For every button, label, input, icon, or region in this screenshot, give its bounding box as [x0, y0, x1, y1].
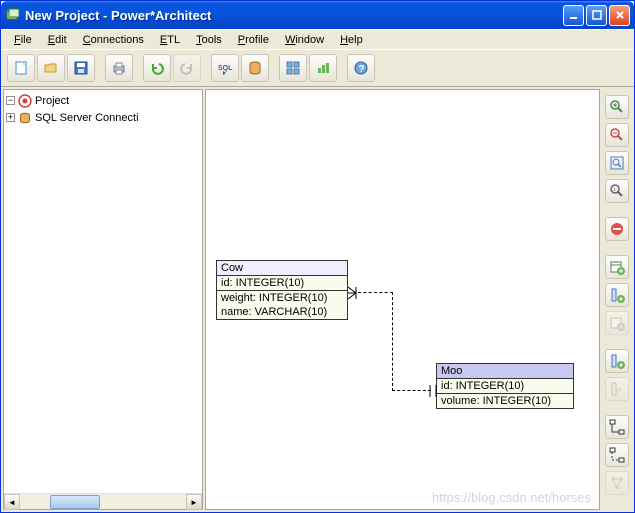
chart-button[interactable]	[309, 54, 337, 82]
redo-button	[173, 54, 201, 82]
app-icon	[5, 7, 21, 23]
zoom-fit-button[interactable]	[605, 151, 629, 175]
menu-profile[interactable]: Profile	[231, 32, 276, 48]
crowfoot-icon	[347, 286, 361, 300]
tree-panel: − Project + SQL Server Connecti ◄ ►	[3, 89, 203, 510]
svg-text:?: ?	[359, 64, 365, 75]
insert-column-button[interactable]	[605, 349, 629, 373]
tree-project-node[interactable]: − Project	[6, 92, 200, 109]
table-column: volume: INTEGER(10)	[437, 394, 573, 408]
sql-button[interactable]: SQL	[211, 54, 239, 82]
tree-label: Project	[35, 95, 69, 107]
tree-sql-connection-node[interactable]: + SQL Server Connecti	[6, 109, 200, 126]
new-table-button[interactable]	[605, 255, 629, 279]
print-button[interactable]	[105, 54, 133, 82]
table-moo[interactable]: Moo id: INTEGER(10) volume: INTEGER(10)	[436, 363, 574, 409]
one-end-icon	[426, 384, 438, 398]
new-index-button[interactable]	[605, 311, 629, 335]
target-icon	[17, 93, 33, 109]
menu-window[interactable]: Window	[278, 32, 331, 48]
main-window: New Project - Power*Architect File Edit …	[0, 0, 635, 513]
zoom-out-button[interactable]	[605, 123, 629, 147]
database-icon	[17, 110, 33, 126]
title-bar[interactable]: New Project - Power*Architect	[1, 1, 634, 29]
tree-label: SQL Server Connecti	[35, 112, 139, 124]
expand-toggle-icon[interactable]: +	[6, 113, 15, 122]
new-nonidentifying-relationship-button[interactable]	[605, 443, 629, 467]
svg-text:1: 1	[613, 187, 616, 193]
new-column-button[interactable]	[605, 283, 629, 307]
close-button[interactable]	[609, 5, 630, 26]
menu-bar: File Edit Connections ETL Tools Profile …	[1, 29, 634, 49]
maximize-button[interactable]	[586, 5, 607, 26]
horizontal-scrollbar[interactable]: ◄ ►	[4, 493, 202, 509]
scroll-right-icon[interactable]: ►	[186, 494, 202, 510]
expand-toggle-icon[interactable]: −	[6, 96, 15, 105]
tree-body: − Project + SQL Server Connecti	[4, 90, 202, 493]
table-column: id: INTEGER(10)	[217, 276, 347, 290]
new-identifying-relationship-button[interactable]	[605, 415, 629, 439]
scroll-left-icon[interactable]: ◄	[4, 494, 20, 510]
open-button[interactable]	[37, 54, 65, 82]
edit-column-button[interactable]	[605, 377, 629, 401]
profile-button[interactable]	[279, 54, 307, 82]
menu-help[interactable]: Help	[333, 32, 370, 48]
table-column: name: VARCHAR(10)	[217, 305, 347, 319]
svg-text:SQL: SQL	[218, 65, 233, 72]
table-column: weight: INTEGER(10)	[217, 291, 347, 305]
new-button[interactable]	[7, 54, 35, 82]
menu-etl[interactable]: ETL	[153, 32, 187, 48]
zoom-in-button[interactable]	[605, 95, 629, 119]
minimize-button[interactable]	[563, 5, 584, 26]
help-button[interactable]: ?	[347, 54, 375, 82]
window-title: New Project - Power*Architect	[25, 8, 563, 23]
undo-button[interactable]	[143, 54, 171, 82]
menu-tools[interactable]: Tools	[189, 32, 229, 48]
watermark: https://blog.csdn.net/horses	[432, 490, 591, 505]
table-title: Moo	[437, 364, 573, 379]
table-column: id: INTEGER(10)	[437, 379, 573, 393]
zoom-reset-button[interactable]: 1	[605, 179, 629, 203]
main-toolbar: SQL ?	[1, 49, 634, 87]
db-button[interactable]	[241, 54, 269, 82]
menu-edit[interactable]: Edit	[41, 32, 74, 48]
window-controls	[563, 5, 630, 26]
diagram-canvas[interactable]: Cow id: INTEGER(10) weight: INTEGER(10) …	[205, 89, 600, 510]
menu-file[interactable]: File	[7, 32, 39, 48]
table-cow[interactable]: Cow id: INTEGER(10) weight: INTEGER(10) …	[216, 260, 348, 320]
relationship-line[interactable]	[392, 292, 393, 391]
content-area: − Project + SQL Server Connecti ◄ ► Cow	[1, 87, 634, 512]
save-button[interactable]	[67, 54, 95, 82]
delete-button[interactable]	[605, 217, 629, 241]
scroll-thumb[interactable]	[50, 495, 100, 509]
side-toolbar: 1	[602, 89, 632, 510]
table-title: Cow	[217, 261, 347, 276]
menu-connections[interactable]: Connections	[76, 32, 151, 48]
auto-layout-button[interactable]	[605, 471, 629, 495]
relationship-line[interactable]	[358, 292, 393, 293]
